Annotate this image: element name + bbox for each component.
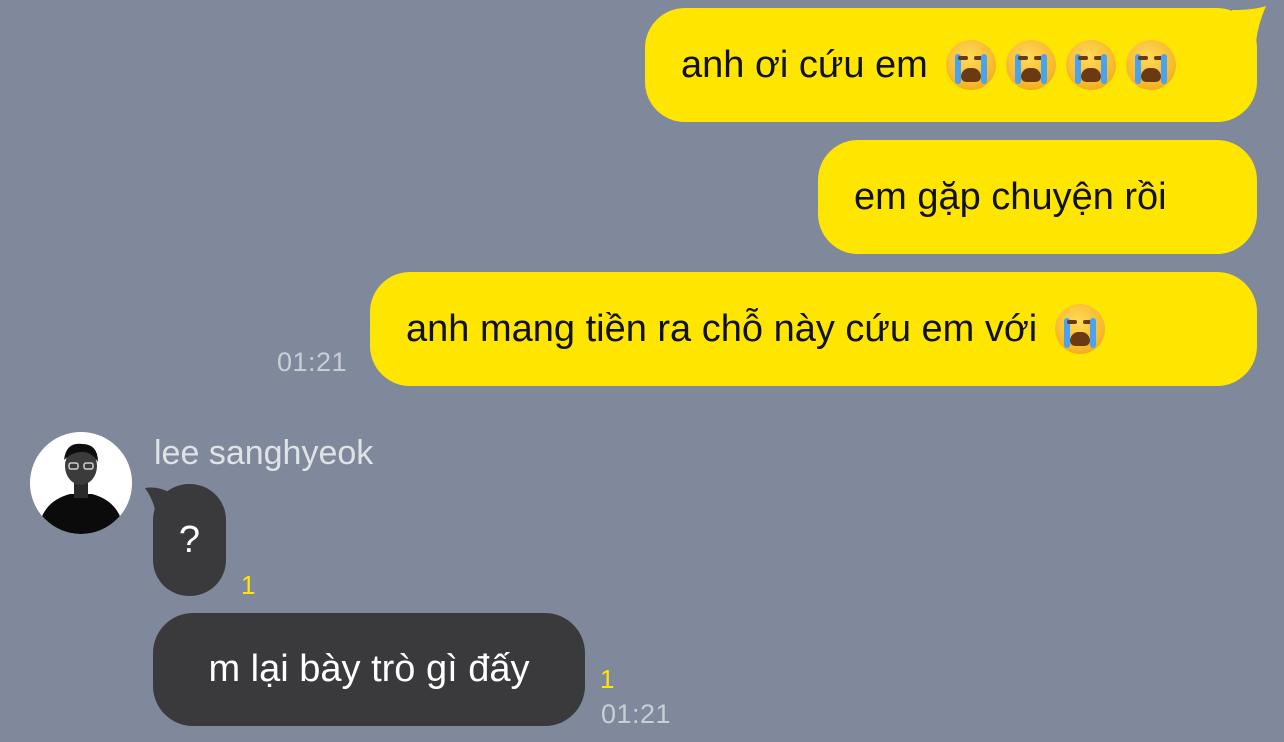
crying-face-icon xyxy=(1005,40,1056,90)
message-text: anh mang tiền ra chỗ này cứu em với xyxy=(406,307,1038,350)
message-timestamp: 01:21 xyxy=(601,699,672,729)
bubble-tail xyxy=(1232,6,1266,42)
message-timestamp: 01:21 xyxy=(277,347,348,377)
unread-count: 1 xyxy=(600,664,615,694)
avatar[interactable] xyxy=(30,432,132,534)
crying-face-icon xyxy=(1065,40,1116,90)
incoming-message[interactable]: ? xyxy=(153,484,226,596)
crying-face-icon xyxy=(1055,304,1106,354)
incoming-message[interactable]: m lại bày trò gì đấy xyxy=(153,613,585,726)
message-text: em gặp chuyện rồi xyxy=(854,175,1167,218)
message-text: m lại bày trò gì đấy xyxy=(208,648,530,690)
message-text: ? xyxy=(178,518,201,561)
unread-count: 1 xyxy=(241,570,256,600)
crying-face-icon xyxy=(945,40,996,90)
outgoing-message[interactable]: anh mang tiền ra chỗ này cứu em với xyxy=(370,272,1257,386)
outgoing-message[interactable]: em gặp chuyện rồi xyxy=(818,140,1257,254)
outgoing-message[interactable]: anh ơi cứu em xyxy=(645,8,1257,122)
crying-face-icon xyxy=(1125,40,1176,90)
message-text: anh ơi cứu em xyxy=(681,43,928,86)
profile-photo-icon xyxy=(30,432,132,534)
contact-name: lee sanghyeok xyxy=(154,434,374,472)
